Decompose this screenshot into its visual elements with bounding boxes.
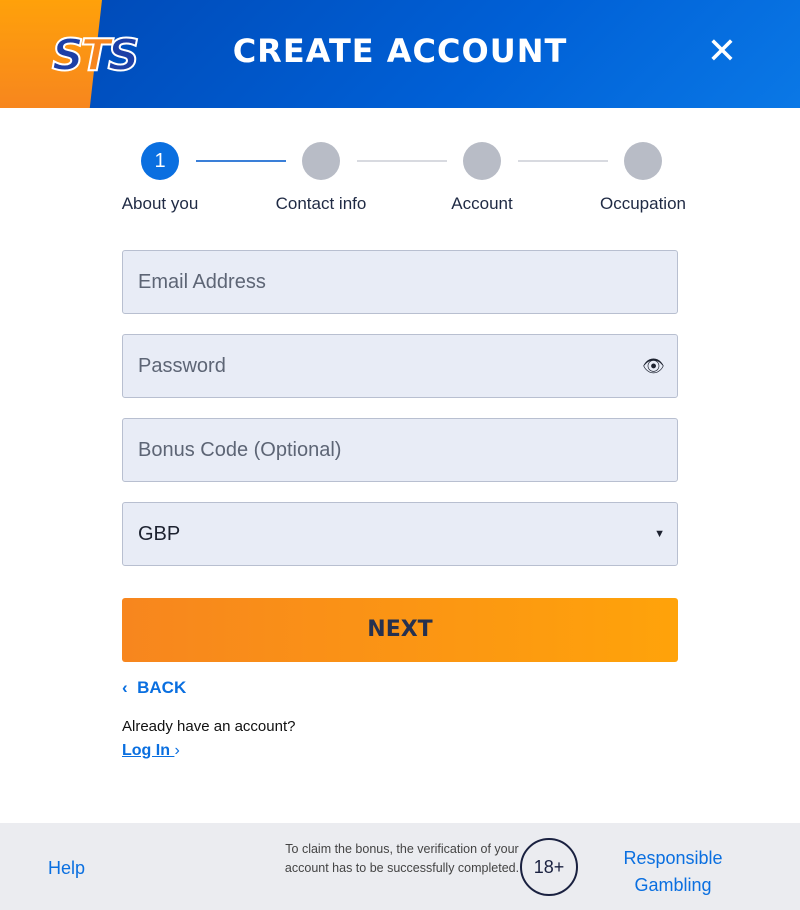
step-1-indicator: 1: [141, 142, 179, 180]
step-3-indicator: [463, 142, 501, 180]
step-connector: [357, 160, 447, 162]
page-title: CREATE ACCOUNT: [232, 32, 568, 70]
login-link[interactable]: Log In ›: [122, 742, 180, 760]
eye-icon[interactable]: 👁: [642, 335, 665, 397]
responsible-gambling-link[interactable]: Responsible Gambling: [610, 845, 736, 899]
chevron-right-icon: ›: [174, 742, 180, 759]
email-placeholder: Email Address: [138, 271, 266, 293]
age-18-badge: 18+: [520, 838, 578, 896]
back-button[interactable]: ‹ BACK: [122, 678, 186, 698]
login-label: Log In: [122, 742, 170, 759]
step-label-contact-info: Contact info: [275, 194, 367, 213]
close-icon[interactable]: ✕: [700, 30, 744, 74]
step-connector: [196, 160, 286, 162]
bonus-verification-notice: To claim the bonus, the verification of …: [284, 842, 520, 875]
bonus-placeholder: Bonus Code (Optional): [138, 439, 342, 461]
step-4-indicator: [624, 142, 662, 180]
chevron-left-icon: ‹: [122, 678, 138, 697]
header: STS CREATE ACCOUNT ✕: [0, 0, 800, 108]
step-label-account: Account: [451, 194, 513, 213]
currency-value: GBP: [138, 523, 181, 545]
step-label-about-you: About you: [121, 194, 199, 213]
bonus-code-input[interactable]: Bonus Code (Optional): [122, 418, 678, 482]
back-label: BACK: [137, 678, 187, 697]
password-input[interactable]: Password 👁: [122, 334, 678, 398]
email-input[interactable]: Email Address: [122, 250, 678, 314]
step-label-occupation: Occupation: [600, 194, 686, 213]
help-link[interactable]: Help: [48, 858, 85, 879]
step-2-indicator: [302, 142, 340, 180]
already-account-text: Already have an account?: [122, 718, 296, 735]
currency-select[interactable]: GBP ▼: [122, 502, 678, 566]
caret-down-icon: ▼: [654, 528, 665, 540]
step-connector: [518, 160, 608, 162]
next-button[interactable]: NEXT: [122, 598, 678, 662]
password-placeholder: Password: [138, 355, 226, 377]
